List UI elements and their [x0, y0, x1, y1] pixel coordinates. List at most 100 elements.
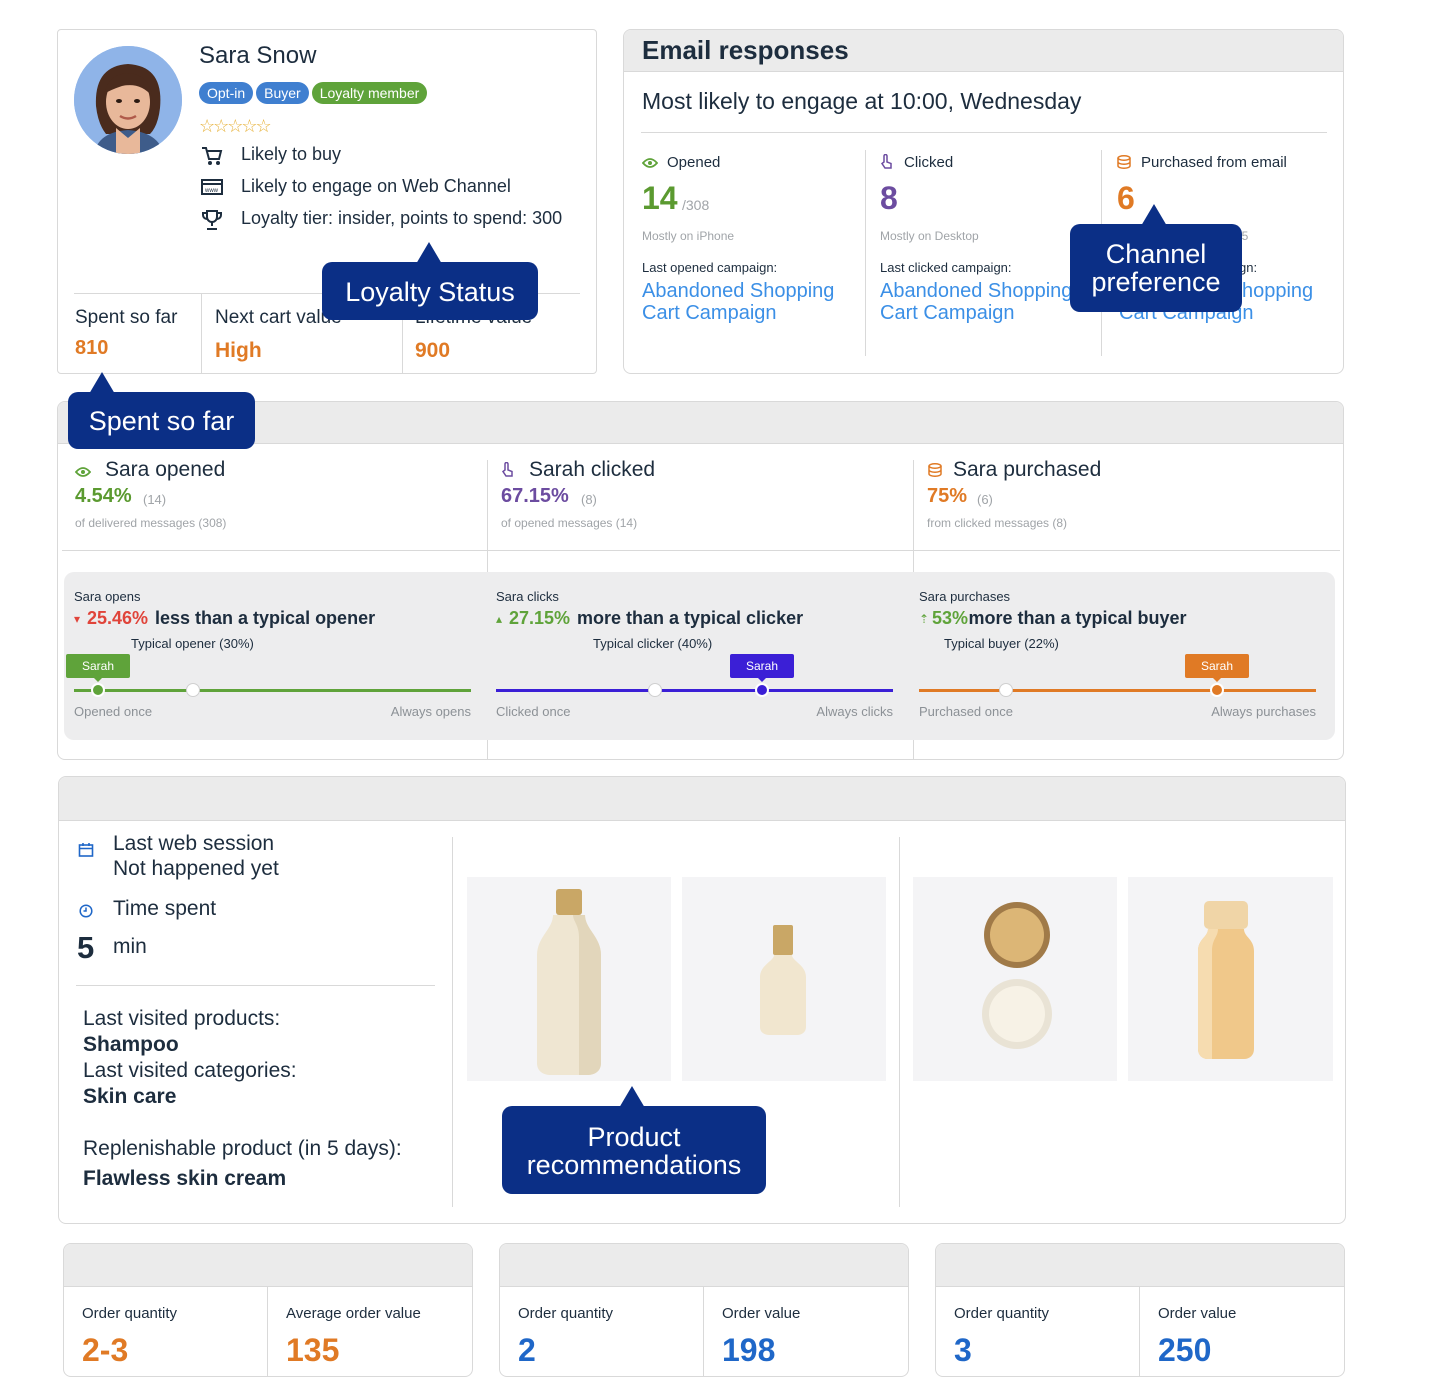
- stat-value: 6: [1117, 180, 1135, 216]
- cart-icon: [201, 146, 223, 171]
- sara-marker[interactable]: [755, 683, 769, 697]
- eye-icon: [641, 156, 659, 174]
- slider-track: [919, 689, 1316, 692]
- callout-text: recommendations: [526, 1150, 742, 1180]
- stat-count: (14): [143, 492, 167, 507]
- card-header: [59, 777, 1345, 821]
- delta-arrow-icon: ⇡: [919, 612, 930, 626]
- campaign-link[interactable]: Abandoned Shopping: [880, 280, 1072, 303]
- delta-value: 25.46%: [87, 608, 149, 628]
- typical-marker: [648, 683, 662, 697]
- callout-spent-so-far: Spent so far: [68, 372, 255, 449]
- visited-categories: Skin care: [83, 1085, 177, 1108]
- callout-text: Spent so far: [88, 406, 235, 436]
- product-image[interactable]: [467, 877, 671, 1081]
- card-header: [64, 1244, 472, 1287]
- stat-pct: 75%: [927, 485, 968, 507]
- typical-marker: [186, 683, 200, 697]
- order-quantity-label: Order quantity: [954, 1305, 1050, 1322]
- comparison-column: Sara purchases ⇡ 53% more than a typical bu…: [919, 572, 1339, 740]
- stat-sub: of delivered messages (308): [75, 516, 227, 530]
- callout-product-recommendations: Product recommendations: [502, 1086, 766, 1194]
- delta-value: 53%: [932, 608, 969, 628]
- kpi-value: High: [215, 339, 262, 362]
- comparison-caption: Sara purchases: [919, 589, 1011, 604]
- order-card: Order quantity 2-3 Average order value 135: [63, 1243, 473, 1377]
- delta-text: more than a typical buyer: [968, 608, 1187, 628]
- slider-max-label: Always purchases: [1211, 704, 1316, 719]
- sara-tag: Sarah: [730, 654, 794, 678]
- order-card: Order quantity 2 Order value 198: [499, 1243, 909, 1377]
- kpi-spent: Spent so far 810: [75, 307, 177, 360]
- stat-total: /308: [682, 197, 710, 213]
- time-label: Time spent: [113, 897, 217, 920]
- slider-min-label: Purchased once: [919, 704, 1013, 719]
- order-quantity-value: 3: [954, 1332, 972, 1368]
- divider: [76, 985, 435, 986]
- stat-pct: 67.15%: [501, 485, 569, 507]
- divider: [201, 294, 202, 373]
- divider: [1139, 1287, 1140, 1376]
- stat-label: Opened: [667, 154, 721, 171]
- stat-count: (6): [977, 492, 993, 507]
- callout-text: Channel: [1105, 239, 1207, 269]
- order-card: Order quantity 3 Order value 250: [935, 1243, 1345, 1377]
- typical-marker: [999, 683, 1013, 697]
- sara-marker[interactable]: [91, 683, 105, 697]
- slider-max-label: Always clicks: [816, 704, 893, 719]
- delta-arrow-icon: ▾: [74, 612, 81, 626]
- campaign-link[interactable]: hopping: [1242, 280, 1313, 303]
- divider: [62, 550, 1340, 551]
- profile-chips: Opt-in Buyer Loyalty member: [199, 82, 430, 104]
- calendar-icon: [78, 842, 94, 863]
- card-header: [500, 1244, 908, 1287]
- profile-name: Sara Snow: [199, 42, 317, 69]
- web-icon: www: [201, 179, 223, 200]
- coins-icon: [928, 463, 942, 482]
- kpi-value: 900: [415, 339, 451, 362]
- product-image[interactable]: [913, 877, 1117, 1081]
- slider-max-label: Always opens: [390, 704, 471, 719]
- stat-sub: of opened messages (14): [501, 516, 638, 530]
- profile-chip: Opt-in: [199, 82, 254, 104]
- avatar: [74, 46, 182, 154]
- stat-title: Sarah clicked: [529, 458, 656, 481]
- card-title: Email responses: [642, 35, 849, 65]
- delta-text: more than a typical clicker: [577, 608, 804, 628]
- stat-campaign-label: Last clicked campaign:: [880, 260, 1012, 275]
- stat-title: Sara opened: [105, 458, 226, 481]
- order-quantity-value: 2: [518, 1332, 536, 1368]
- callout-loyalty-status: Loyalty Status: [322, 242, 538, 320]
- sara-tag: Sarah: [1185, 654, 1249, 678]
- divider: [452, 837, 453, 1207]
- slider-min-label: Clicked once: [496, 704, 571, 719]
- campaign-link[interactable]: Cart Campaign: [642, 302, 777, 325]
- product-image[interactable]: [682, 877, 886, 1081]
- sara-tag-pointer: [94, 678, 102, 682]
- campaign-link[interactable]: Cart Campaign: [880, 302, 1015, 325]
- sara-marker[interactable]: [1210, 683, 1224, 697]
- order-value-label: Order value: [722, 1305, 801, 1322]
- product-image[interactable]: [1128, 877, 1333, 1081]
- pointer-icon: [501, 461, 515, 483]
- card-header: Email responses: [624, 30, 1343, 72]
- stat-value: 14: [642, 180, 678, 216]
- divider: [703, 1287, 704, 1376]
- time-value: 5: [77, 930, 95, 965]
- campaign-link[interactable]: Abandoned Shopping: [642, 280, 834, 303]
- insight-text: Loyalty tier: insider, points to spend: …: [241, 208, 563, 228]
- typical-label: Typical opener (30%): [131, 636, 254, 651]
- session-value: Not happened yet: [113, 857, 279, 880]
- eye-icon: [74, 465, 92, 483]
- visited-products: Shampoo: [83, 1033, 179, 1056]
- svg-text:www: www: [204, 188, 219, 194]
- rating-stars: ☆☆☆☆☆: [199, 116, 272, 136]
- callout-channel-preference: Channel preference: [1070, 204, 1242, 312]
- replenish-label: Replenishable product (in 5 days):: [83, 1137, 402, 1160]
- clock-icon: [79, 904, 93, 923]
- email-card: Email responses Most likely to engage at…: [623, 29, 1344, 374]
- divider: [865, 150, 866, 356]
- order-quantity-label: Order quantity: [518, 1305, 614, 1322]
- coins-icon: [1117, 155, 1131, 174]
- profile-chip: Loyalty member: [311, 82, 428, 104]
